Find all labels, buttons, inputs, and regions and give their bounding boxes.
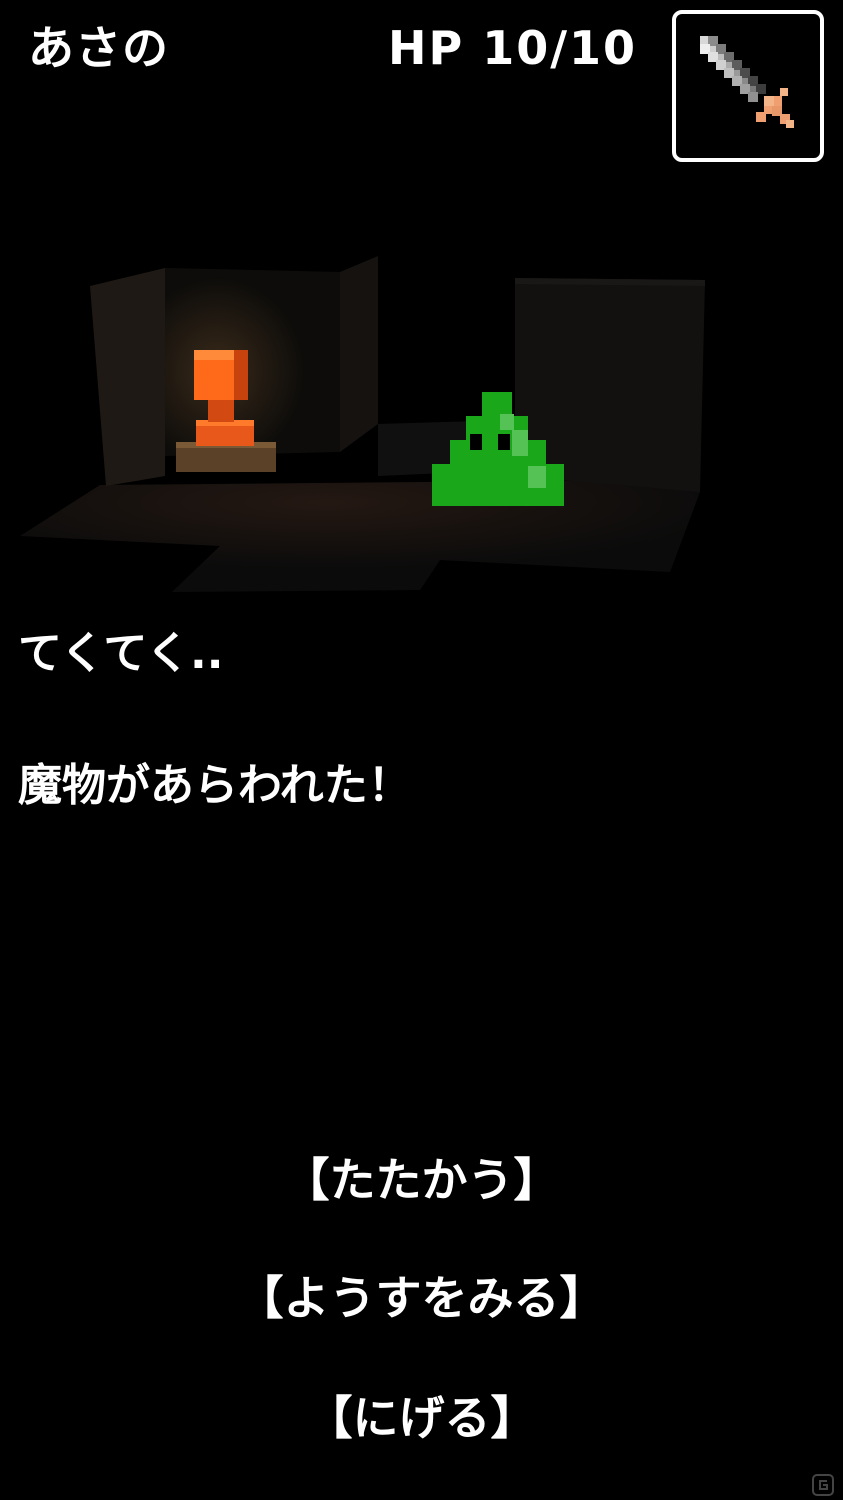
encounter-message: 魔物があらわれた！ [18,760,412,811]
weapon-slot-button[interactable] [672,10,824,162]
publisher-logo-icon [812,1474,834,1496]
dungeon-floor [20,480,700,592]
flee-command[interactable]: 【にげる】 [0,1388,843,1448]
dungeon-scene [20,256,705,592]
hp-display: HP 10/10 [388,21,638,75]
look-command[interactable]: 【ようすをみる】 [0,1268,843,1328]
walk-message: てくてく.. [18,628,224,679]
fight-command[interactable]: 【たたかう】 [0,1150,843,1210]
player-name: あさの [28,21,169,75]
dungeon-wall-left [90,268,165,486]
sword-icon [700,36,794,128]
